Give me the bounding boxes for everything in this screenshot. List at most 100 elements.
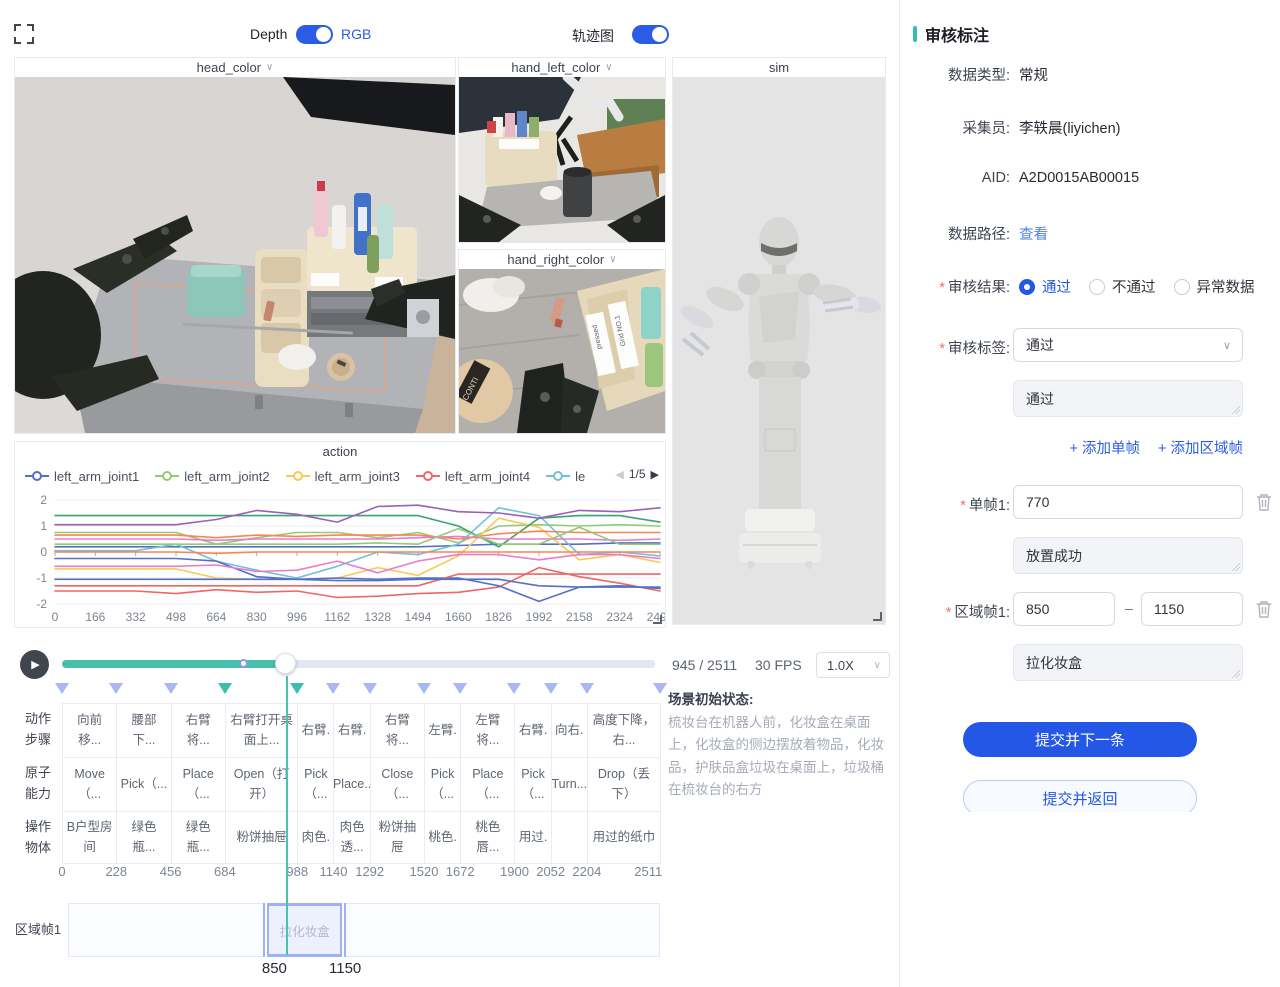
track-cell[interactable]: 桃色唇... [461,812,515,863]
track-cell[interactable]: 向右. [552,704,588,757]
timeline-marker[interactable] [653,683,667,694]
track-cell[interactable]: Move（... [63,758,117,811]
timeline-marker[interactable] [417,683,431,694]
track-cell[interactable]: 肉色透... [334,812,370,863]
track-cell[interactable]: 向前移... [63,704,117,757]
play-button[interactable]: ▶ [20,650,49,679]
track-cell[interactable]: 右臂. [334,704,370,757]
legend-item[interactable]: left_arm_joint3 [286,469,400,484]
track-cell[interactable]: B户型房间 [63,812,117,863]
track-cell[interactable]: Place（... [461,758,515,811]
submit-next-button[interactable]: 提交并下一条 [963,722,1197,757]
track-cell[interactable]: Drop（丢下） [588,758,661,811]
legend-item[interactable]: le [546,469,585,484]
playback-slider[interactable] [62,660,655,668]
track-cell[interactable]: 左臂将... [461,704,515,757]
resize-grip-icon[interactable] [1232,670,1240,678]
track-cell[interactable]: Place（... [172,758,226,811]
track-cell[interactable]: 绿色瓶... [117,812,171,863]
track-cell[interactable]: 高度下降，右... [588,704,661,757]
resize-handle-icon[interactable] [653,615,662,624]
depth-rgb-toggle[interactable] [296,25,333,44]
timeline-marker[interactable] [290,683,304,694]
track-cell[interactable]: Turn... [552,758,588,811]
playhead-line[interactable] [286,676,288,955]
resize-grip-icon[interactable] [1232,406,1240,414]
speed-select[interactable]: 1.0X ∨ [816,652,890,678]
track-cell[interactable]: Pick（... [425,758,461,811]
radio-abnormal[interactable]: 异常数据 [1174,276,1255,297]
track-cell[interactable]: 右臂. [298,704,334,757]
review-tag-select[interactable]: 通过 ∨ [1013,328,1243,362]
track-cell[interactable]: 用过的纸巾 [588,812,661,863]
head-camera-select[interactable]: head_color ∨ [15,58,455,77]
region-frame-note[interactable]: 拉化妆盒 [1013,644,1243,681]
region-segment[interactable]: 拉化妆盒 [269,903,340,957]
timeline-marker[interactable] [363,683,377,694]
data-path-link[interactable]: 查看 [1019,223,1048,244]
collector-value: 李轶晨(liyichen) [1019,117,1121,138]
region-handle-right[interactable] [340,903,346,957]
radio-icon [1019,279,1035,295]
timeline-marker[interactable] [580,683,594,694]
track-cell[interactable]: 左臂. [425,704,461,757]
resize-handle-icon[interactable] [873,612,882,621]
timeline-marker[interactable] [453,683,467,694]
legend-item[interactable]: left_arm_joint2 [155,469,269,484]
review-tag-note[interactable]: 通过 [1013,380,1243,417]
track-cell[interactable]: 腰部下... [117,704,171,757]
region-end-input[interactable]: 1150 [1141,592,1243,626]
track-row-label: 动作 步骤 [14,703,62,757]
scene-text: 梳妆台在机器人前，化妆盒在桌面上，化妆盒的侧边摆放着物品，化妆品，护肤品盒垃圾在… [668,712,896,801]
timeline-marker[interactable] [55,683,69,694]
timeline-marker[interactable] [109,683,123,694]
submit-back-button[interactable]: 提交并返回 [963,780,1197,812]
add-single-frame-link[interactable]: + 添加单帧 [1070,437,1141,458]
region-handle-left[interactable] [263,903,269,957]
hand-right-camera-select[interactable]: hand_right_color ∨ [459,250,665,269]
track-cell[interactable]: Pick（... [117,758,171,811]
track-cell[interactable]: 右臂将... [172,704,226,757]
aid-value: A2D0015AB00015 [1019,170,1139,186]
resize-grip-icon[interactable] [1232,563,1240,571]
timeline-marker[interactable] [164,683,178,694]
region-start-input[interactable]: 850 [1013,592,1115,626]
region-track[interactable]: 拉化妆盒 [68,903,660,957]
track-cell[interactable]: Pick（... [298,758,334,811]
trajectory-toggle[interactable] [632,25,669,44]
track-cell[interactable]: 右臂. [515,704,551,757]
radio-fail[interactable]: 不通过 [1089,276,1156,297]
legend-next-icon[interactable]: ▶ [651,468,659,481]
add-region-frame-link[interactable]: + 添加区域帧 [1158,437,1243,458]
track-cell[interactable] [552,812,588,863]
hand-left-camera-title: hand_left_color [511,60,600,75]
playback-slider-handle[interactable] [275,653,296,674]
region-end-number: 1150 [329,960,361,977]
track-cell[interactable]: 粉饼抽屉 [371,812,425,863]
legend-prev-icon[interactable]: ◀ [615,468,623,481]
track-cell[interactable]: Close（... [371,758,425,811]
required-asterisk: * [946,605,952,621]
fullscreen-icon[interactable] [14,24,34,44]
track-row: B户型房间绿色瓶...绿色瓶...粉饼抽屉肉色.肉色透...粉饼抽屉桃色.桃色唇… [62,811,661,864]
delete-single-frame-icon[interactable] [1256,493,1272,511]
track-cell[interactable]: 桃色. [425,812,461,863]
radio-pass[interactable]: 通过 [1019,276,1071,297]
delete-region-frame-icon[interactable] [1256,600,1272,618]
single-frame-input[interactable]: 770 [1013,485,1243,519]
review-result-label: *审核结果: [900,276,1010,297]
legend-item[interactable]: left_arm_joint4 [416,469,530,484]
legend-item[interactable]: left_arm_joint1 [25,469,139,484]
single-frame-note[interactable]: 放置成功 [1013,537,1243,574]
timeline-marker[interactable] [218,683,232,694]
track-cell[interactable]: 肉色. [298,812,334,863]
timeline-marker[interactable] [326,683,340,694]
track-cell[interactable]: 用过. [515,812,551,863]
track-cell[interactable]: Place.. [334,758,370,811]
track-cell[interactable]: 右臂将... [371,704,425,757]
hand-left-camera-select[interactable]: hand_left_color ∨ [459,58,665,77]
timeline-marker[interactable] [544,683,558,694]
timeline-marker[interactable] [507,683,521,694]
track-cell[interactable]: 绿色瓶... [172,812,226,863]
track-cell[interactable]: Pick（... [515,758,551,811]
